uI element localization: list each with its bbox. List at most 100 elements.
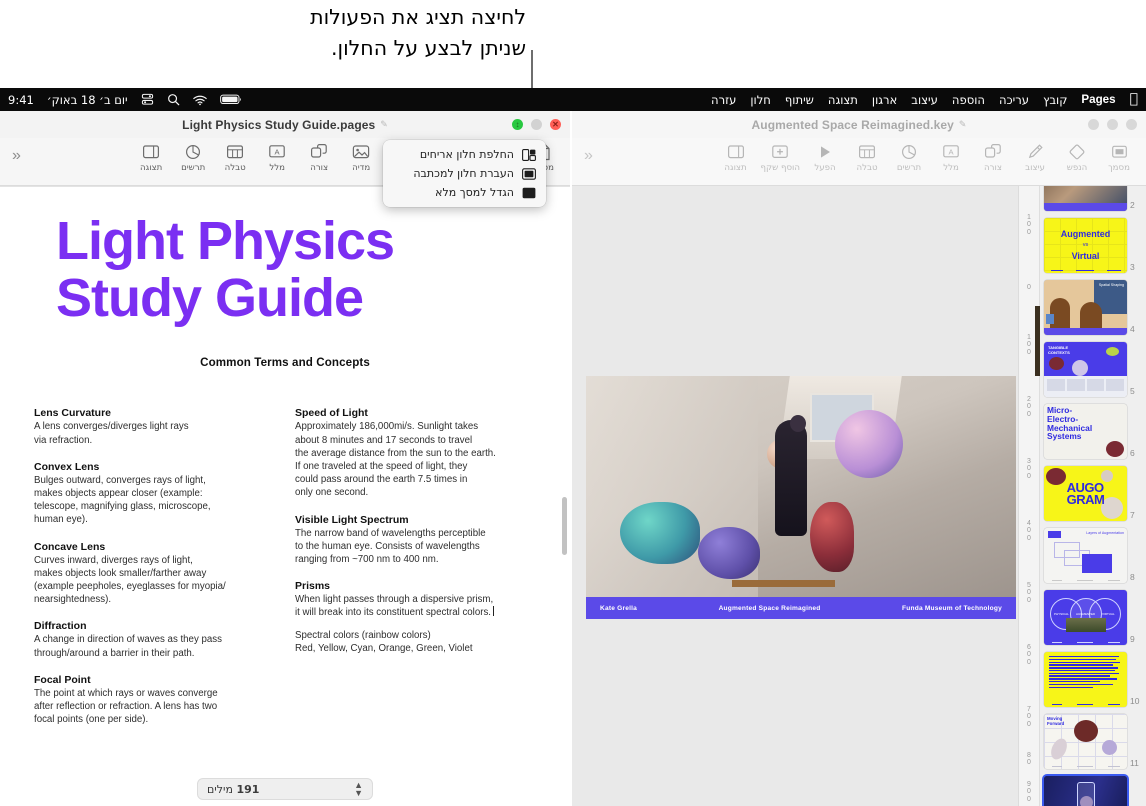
search-icon[interactable] [167, 93, 180, 106]
ruler-label: 100 [1027, 214, 1031, 236]
menu-item-tile-windows[interactable]: החלפת חלון אריחים [383, 145, 546, 164]
window-actions-menu[interactable]: החלפת חלון אריחים העברת חלון למכתבה הגדל… [383, 140, 546, 207]
edit-badge-icon[interactable]: ✎ [959, 119, 967, 130]
toolbar-item-animate[interactable]: הנפש [1056, 141, 1098, 174]
menu-bar-date[interactable]: יום ב׳ 18 באוק׳ [47, 93, 128, 107]
slide-thumbnail[interactable]: AUGO GRAM [1044, 466, 1127, 521]
toolbar-label-chart: תרשים [181, 163, 206, 173]
slide-number: 4 [1130, 324, 1135, 334]
menu-item-help[interactable]: עזרה [711, 93, 736, 107]
slide-thumbnail[interactable]: Micro- Electro- Mechanical Systems [1044, 404, 1127, 459]
toolbar-item-text[interactable]: A מלל [256, 141, 298, 174]
slide-thumbnail[interactable]: TANGIBLE CONTEXTS [1044, 342, 1127, 397]
slide-thumbnail-row[interactable]: 10 [1044, 652, 1142, 707]
toolbar-item-table[interactable]: טבלה [214, 141, 256, 174]
slide-thumbnail-row[interactable]: 12 [1044, 776, 1142, 806]
term-body: Approximately 186,000mi/s. Sunlight take… [295, 421, 496, 499]
battery-icon[interactable] [219, 94, 242, 105]
slide-thumbnail-row[interactable]: AUGO GRAM 7 [1044, 466, 1142, 521]
toolbar-item-add-slide[interactable]: הוסף שקף [757, 141, 804, 174]
ruler-label: 600 [1027, 644, 1031, 666]
pages-document-canvas[interactable]: Light Physics Study Guide Common Terms a… [0, 186, 570, 806]
slide-thumbnail[interactable]: Moving Forward [1044, 714, 1127, 769]
slide-thumbnail-selected[interactable] [1044, 776, 1127, 806]
toolbar-item-media[interactable]: מדיה [340, 141, 382, 174]
toolbar-item-document[interactable]: מסמך [1098, 141, 1140, 174]
toolbar-item-shape[interactable]: צורה [298, 141, 340, 174]
view-icon [726, 142, 745, 161]
keynote-title-bar[interactable]: Augmented Space Reimagined.key ✎ [572, 111, 1146, 138]
toolbar-label-text: מלל [269, 163, 285, 173]
toolbar-item-shape[interactable]: צורה [972, 141, 1014, 174]
slide-thumbnail[interactable] [1044, 652, 1127, 707]
toolbar-item-chart[interactable]: תרשים [888, 141, 930, 174]
pages-title-bar[interactable]: Light Physics Study Guide.pages ✎ ↕ ✕ [0, 111, 570, 138]
slide-number: 2 [1130, 200, 1135, 210]
menu-item-file[interactable]: קובץ [1043, 93, 1067, 107]
toolbar-label-media: מדיה [352, 163, 371, 173]
toolbar-item-text[interactable]: A מלל [930, 141, 972, 174]
menu-app-name[interactable]: Pages [1081, 93, 1115, 106]
slide-thumbnail-row[interactable]: Spatial Shaping 4 [1044, 280, 1142, 335]
fullscreen-button[interactable] [1126, 119, 1137, 130]
chevrons-left-icon[interactable]: « [12, 141, 21, 165]
slide-thumbnail-row[interactable]: Augmented vs Virtual 3 [1044, 218, 1142, 273]
menu-item-insert[interactable]: הוספה [952, 93, 985, 107]
slide-number: 3 [1130, 262, 1135, 272]
term-heading: Concave Lens [34, 540, 106, 553]
updown-stepper-icon[interactable]: ▲ ▼ [354, 780, 363, 797]
slide-thumbnail[interactable] [1044, 186, 1127, 211]
shape-icon [984, 142, 1003, 161]
control-center-icon[interactable] [141, 93, 154, 106]
document-subtitle: Common Terms and Concepts [200, 356, 370, 370]
toolbar-item-format[interactable]: עיצוב [1014, 141, 1056, 174]
close-button[interactable] [1088, 119, 1099, 130]
slide-thumbnail[interactable]: Spatial Shaping [1044, 280, 1127, 335]
slide-thumbnail[interactable]: PHYSICAL AUGMENTED VIRTUAL [1044, 590, 1127, 645]
slide-thumbnail[interactable]: Layers of Augmentation [1044, 528, 1127, 583]
slide-thumbnail-row[interactable]: Moving Forward 11 [1044, 714, 1142, 769]
toolbar-label-add-slide: הוסף שקף [760, 163, 800, 173]
slide-thumbnail[interactable]: Augmented vs Virtual [1044, 218, 1127, 273]
toolbar-label-play: הפעל [814, 163, 836, 173]
toolbar-item-table[interactable]: טבלה [846, 141, 888, 174]
pages-document-page: Light Physics Study Guide Common Terms a… [0, 187, 570, 726]
edit-badge-icon[interactable]: ✎ [380, 119, 388, 130]
minimize-button[interactable] [1107, 119, 1118, 130]
slide-thumbnail-row[interactable]: 2 [1044, 186, 1142, 211]
menu-item-enter-fullscreen[interactable]: הגדל למסך מלא [383, 183, 546, 202]
slide-thumbnail-row[interactable]: Micro- Electro- Mechanical Systems 6 [1044, 404, 1142, 459]
chevrons-left-icon[interactable]: « [584, 141, 593, 165]
toolbar-item-play[interactable]: הפעל [804, 141, 846, 174]
menu-item-window[interactable]: חלון [750, 93, 770, 107]
close-button[interactable]: ✕ [550, 119, 561, 130]
document-columns: Lens Curvature A lens converges/diverges… [28, 407, 542, 726]
keynote-slide-navigator[interactable]: 100 0 100 200 300 400 500 600 700 80 900… [1018, 186, 1146, 806]
slide-thumbnail-row[interactable]: Layers of Augmentation 8 [1044, 528, 1142, 583]
toolbar-label-shape: צורה [984, 163, 1002, 173]
keynote-slide-canvas[interactable]: Kate Grella Augmented Space Reimagined F… [572, 186, 1018, 806]
term-body: The point at which rays or waves converg… [34, 687, 218, 726]
wifi-icon[interactable] [192, 94, 207, 106]
pages-title: Light Physics Study Guide.pages [182, 117, 376, 132]
slide-thumbnail-row[interactable]: PHYSICAL AUGMENTED VIRTUAL 9 [1044, 590, 1142, 645]
minimize-button[interactable] [531, 119, 542, 130]
word-count-pill[interactable]: ▲ ▼ 191 מילים [197, 778, 373, 800]
menu-bar-clock[interactable]: 9:41 [8, 93, 34, 107]
toolbar-item-view[interactable]: תצוגה [715, 141, 757, 174]
current-slide[interactable]: Kate Grella Augmented Space Reimagined F… [586, 376, 1016, 619]
pages-scrollbar[interactable] [562, 497, 567, 555]
slide-thumbnail-row[interactable]: TANGIBLE CONTEXTS 5 [1044, 342, 1142, 397]
fullscreen-button[interactable]: ↕ [512, 119, 523, 130]
toolbar-item-view[interactable]: תצוגה [130, 141, 172, 174]
menu-item-arrange[interactable]: ארגון [872, 93, 897, 107]
menu-item-format[interactable]: עיצוב [911, 93, 938, 107]
menu-item-view[interactable]: תצוגה [828, 93, 858, 107]
toolbar-item-chart[interactable]: תרשים [172, 141, 214, 174]
menu-item-move-to-desktop[interactable]: העברת חלון למכתבה [383, 164, 546, 183]
menu-item-edit[interactable]: עריכה [999, 93, 1029, 107]
menu-item-share[interactable]: שיתוף [785, 93, 814, 107]
slide-number: 7 [1130, 510, 1135, 520]
spectral-note: Spectral colors (rainbow colors) Red, Yel… [295, 629, 473, 654]
apple-logo-icon[interactable]:  [1130, 92, 1138, 108]
